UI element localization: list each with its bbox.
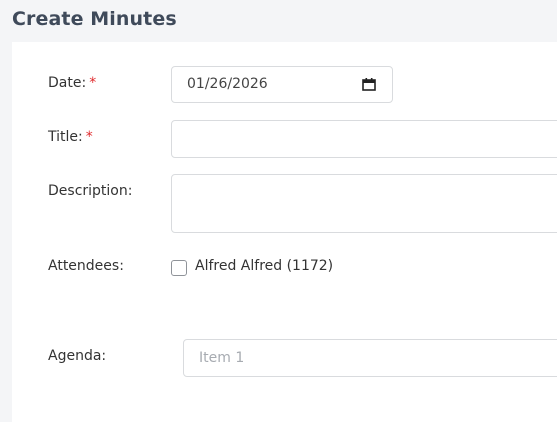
agenda-item-placeholder: Item 1 [199, 350, 245, 366]
description-label: Description: [48, 183, 133, 199]
date-required-mark: * [89, 75, 97, 91]
attendee-checkbox[interactable] [171, 260, 187, 276]
date-label: Date: * [48, 75, 96, 91]
title-input[interactable] [171, 120, 557, 158]
date-label-text: Date: [48, 75, 87, 91]
attendee-option-label[interactable]: Alfred Alfred (1172) [195, 258, 333, 274]
attendees-label: Attendees: [48, 258, 124, 274]
title-required-mark: * [85, 129, 93, 145]
date-input[interactable]: 01/26/2026 [171, 66, 393, 103]
title-label: Title: * [48, 129, 93, 145]
page-title: Create Minutes [12, 8, 177, 30]
calendar-icon[interactable] [362, 78, 376, 91]
date-value: 01/26/2026 [187, 76, 268, 92]
agenda-item-input[interactable]: Item 1 [183, 339, 557, 377]
agenda-label: Agenda: [48, 348, 107, 364]
title-label-text: Title: [48, 129, 83, 145]
description-textarea[interactable] [171, 174, 557, 233]
